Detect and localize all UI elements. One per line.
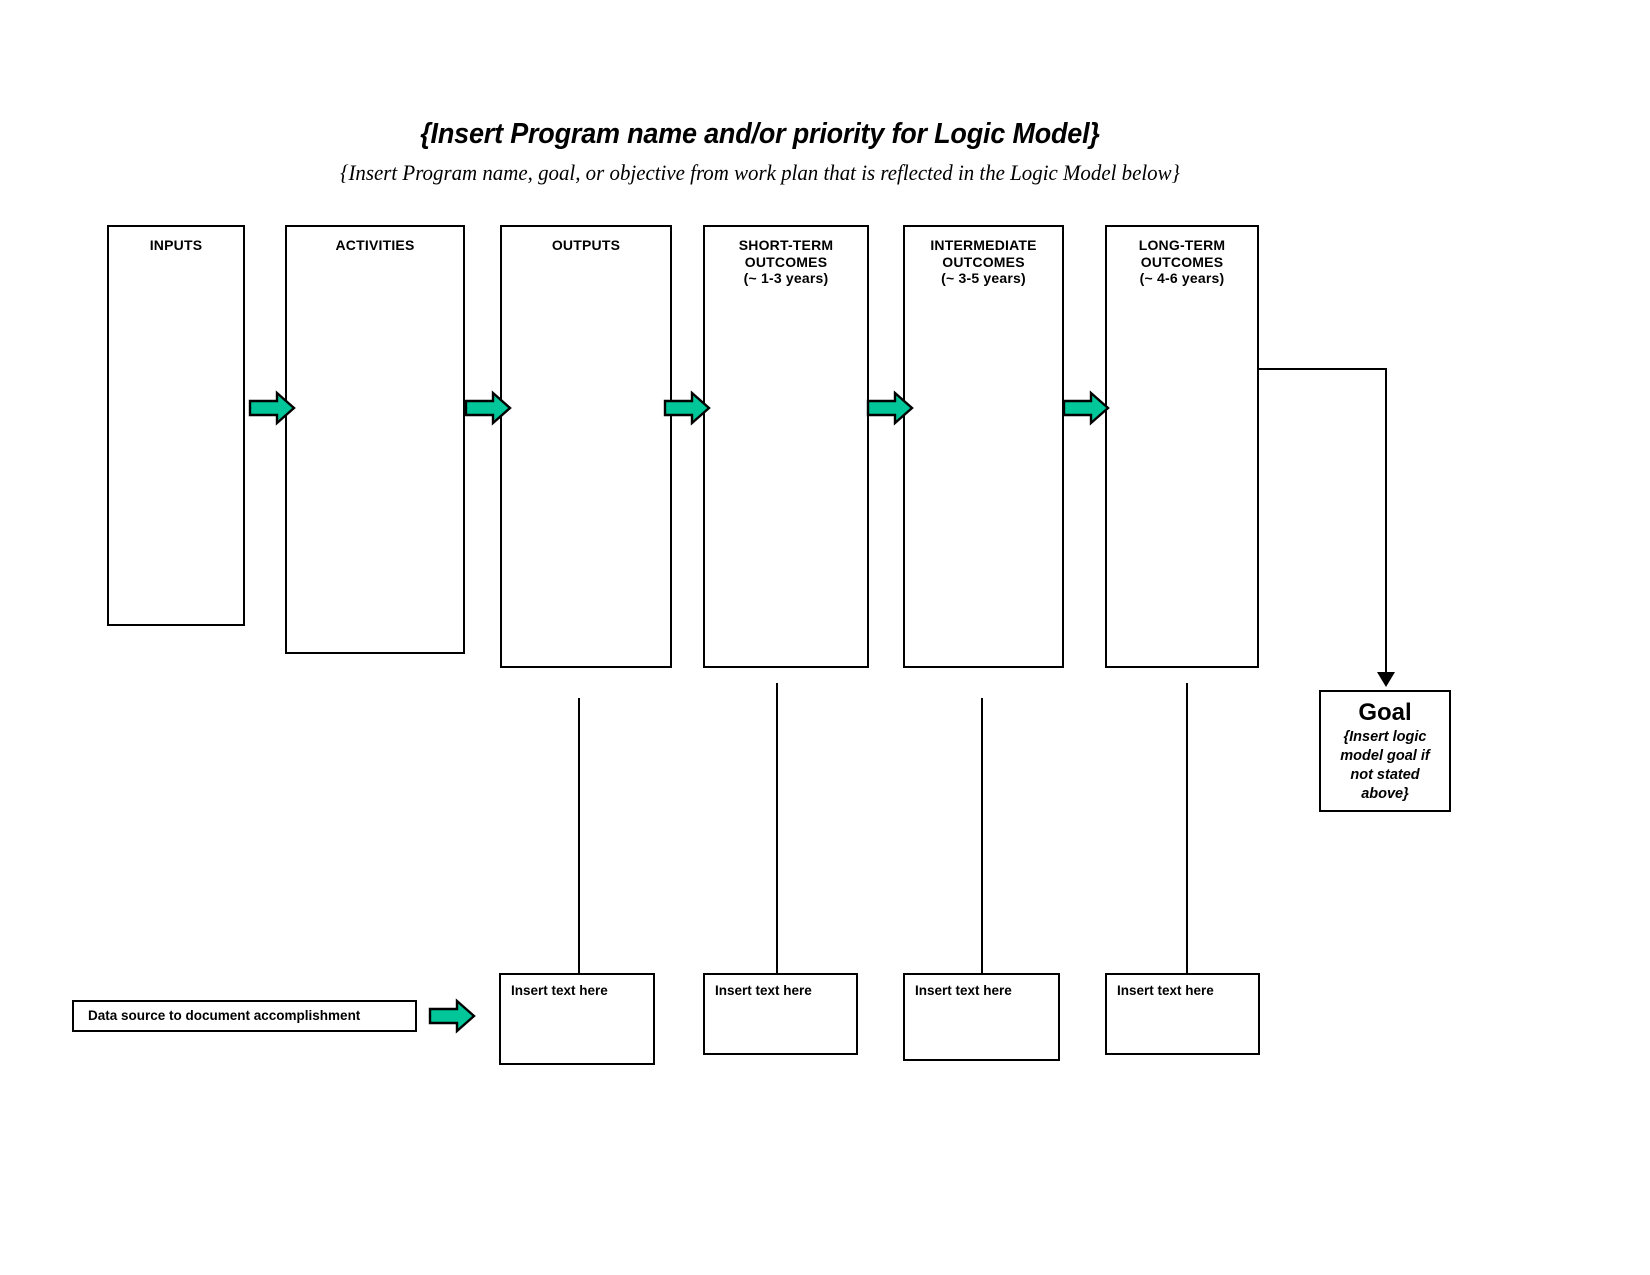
note-box-long-term[interactable]: Insert text here (1105, 973, 1260, 1055)
goal-line4: above} (1361, 786, 1409, 802)
goal-line1: {Insert logic (1343, 729, 1427, 745)
column-header-line3: (~ 1-3 years) (743, 270, 829, 286)
arrowhead-down-icon-goal (1377, 672, 1395, 687)
goal-placeholder-text: {Insert logic model goal if not stated a… (1321, 726, 1449, 804)
column-header-line1: INPUTS (149, 237, 203, 253)
note-text: Insert text here (915, 983, 1012, 998)
note-text: Insert text here (1117, 983, 1214, 998)
flow-arrow-activities-to-outputs (464, 390, 512, 426)
goal-box[interactable]: Goal {Insert logic model goal if not sta… (1319, 690, 1451, 812)
flow-arrow-outputs-to-short-term (663, 390, 711, 426)
flow-arrow-intermediate-to-long-term (1062, 390, 1110, 426)
column-box-outputs[interactable]: OUTPUTS (500, 225, 672, 668)
column-header-line1: ACTIVITIES (335, 237, 415, 253)
connector-outputs-to-note (578, 698, 580, 973)
column-header-line3: (~ 4-6 years) (1139, 270, 1225, 286)
connector-long-term-to-goal-horizontal (1259, 368, 1387, 370)
column-header-line2: OUTCOMES (1140, 253, 1224, 270)
column-header-activities: ACTIVITIES (287, 227, 463, 254)
connector-intermediate-to-note (981, 698, 983, 973)
connector-short-term-to-note (776, 683, 778, 973)
connector-long-term-to-note (1186, 683, 1188, 973)
column-box-inputs[interactable]: INPUTS (107, 225, 245, 626)
column-box-short-term-outcomes[interactable]: SHORT-TERM OUTCOMES (~ 1-3 years) (703, 225, 869, 668)
column-header-intermediate-outcomes: INTERMEDIATE OUTCOMES (~ 3-5 years) (905, 227, 1062, 287)
column-header-long-term-outcomes: LONG-TERM OUTCOMES (~ 4-6 years) (1107, 227, 1257, 287)
note-box-intermediate[interactable]: Insert text here (903, 973, 1060, 1061)
column-header-line2: OUTCOMES (942, 253, 1025, 270)
goal-line3: not stated (1350, 767, 1420, 783)
data-source-label: Data source to document accomplishment (88, 1008, 361, 1023)
column-header-line1: SHORT-TERM (738, 237, 834, 253)
note-box-outputs[interactable]: Insert text here (499, 973, 655, 1065)
column-header-line1: OUTPUTS (551, 237, 621, 253)
column-box-activities[interactable]: ACTIVITIES (285, 225, 465, 654)
page-subtitle: {Insert Program name, goal, or objective… (340, 160, 1180, 185)
note-text: Insert text here (715, 983, 812, 998)
flow-arrow-data-source (428, 998, 476, 1034)
connector-long-term-to-goal-vertical (1385, 368, 1387, 673)
column-header-inputs: INPUTS (109, 227, 243, 254)
column-box-intermediate-outcomes[interactable]: INTERMEDIATE OUTCOMES (~ 3-5 years) (903, 225, 1064, 668)
logic-model-diagram: {Insert Program name and/or priority for… (0, 0, 1650, 1275)
column-header-line1: LONG-TERM (1138, 237, 1226, 253)
flow-arrow-inputs-to-activities (248, 390, 296, 426)
column-header-short-term-outcomes: SHORT-TERM OUTCOMES (~ 1-3 years) (705, 227, 867, 287)
column-header-line2: OUTCOMES (744, 253, 828, 270)
goal-line2: model goal if (1340, 748, 1430, 764)
column-box-long-term-outcomes[interactable]: LONG-TERM OUTCOMES (~ 4-6 years) (1105, 225, 1259, 668)
column-header-outputs: OUTPUTS (502, 227, 670, 254)
note-box-short-term[interactable]: Insert text here (703, 973, 858, 1055)
column-header-line3: (~ 3-5 years) (941, 270, 1026, 286)
data-source-box[interactable]: Data source to document accomplishment (72, 1000, 417, 1032)
column-header-line1: INTERMEDIATE (930, 237, 1037, 253)
page-title: {Insert Program name and/or priority for… (420, 118, 1100, 150)
note-text: Insert text here (511, 983, 608, 998)
goal-heading: Goal (1358, 699, 1412, 726)
flow-arrow-short-term-to-intermediate (866, 390, 914, 426)
